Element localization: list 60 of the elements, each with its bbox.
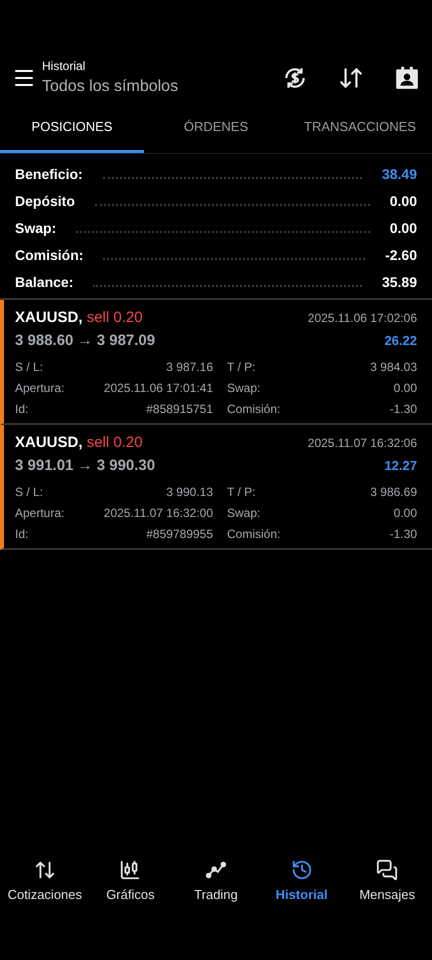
detail-label: Apertura: xyxy=(15,380,66,396)
summary-value: 0.00 xyxy=(390,219,417,238)
nav-tab[interactable]: Historial xyxy=(258,854,344,910)
nav-tab[interactable]: Mensajes xyxy=(344,854,430,910)
summary-label: Beneficio: xyxy=(15,165,83,184)
tab[interactable]: TRANSACCIONES xyxy=(288,104,432,153)
detail-label: Apertura: xyxy=(15,504,66,522)
messages-icon xyxy=(376,859,398,882)
price-range: 3 988.60 → 3 987.09 xyxy=(15,330,156,350)
profit-value: 26.22 xyxy=(384,332,417,350)
detail-value: 0.00 xyxy=(394,380,417,396)
summary-label: Balance: xyxy=(15,273,74,292)
arrows-icon xyxy=(34,859,56,882)
symbol-filter[interactable]: Todos los símbolos xyxy=(42,75,282,99)
profit-value: 12.27 xyxy=(384,456,417,474)
summary-label: Swap: xyxy=(15,219,56,238)
close-time: 2025.11.06 17:02:06 xyxy=(308,310,417,327)
detail-value: 3 987.16 xyxy=(165,358,213,376)
close-time: 2025.11.07 16:32:06 xyxy=(308,435,417,452)
screen-title: Historial xyxy=(42,58,86,75)
detail-label: S / L: xyxy=(15,358,44,376)
detail-value: #858915751 xyxy=(145,400,213,418)
detail-label: S / L: xyxy=(15,484,44,500)
detail-label: Comisión: xyxy=(227,526,282,542)
nav-tab[interactable]: Cotizaciones xyxy=(2,854,88,910)
position-title: XAUUSD, sell 0.20 xyxy=(15,308,143,328)
tab[interactable]: ÓRDENES xyxy=(144,104,288,153)
detail-label: Swap: xyxy=(227,504,262,522)
detail-value: -1.30 xyxy=(390,400,417,418)
sort-icon[interactable] xyxy=(338,65,364,91)
detail-value: 2025.11.06 17:01:41 xyxy=(102,380,213,396)
price-range: 3 991.01 → 3 990.30 xyxy=(15,456,156,476)
summary-label: Depósito xyxy=(15,192,75,211)
nav-tab[interactable]: Gráficos xyxy=(88,854,174,910)
detail-value: 2025.11.07 16:32:00 xyxy=(102,504,213,522)
history-icon xyxy=(290,859,313,882)
detail-label: Swap: xyxy=(227,380,262,396)
summary-value: 0.00 xyxy=(390,192,417,211)
detail-value: -1.30 xyxy=(390,526,417,542)
detail-value: 3 990.13 xyxy=(165,484,213,500)
detail-label: T / P: xyxy=(227,358,256,376)
detail-label: Comisión: xyxy=(227,400,282,418)
detail-label: Id: xyxy=(15,400,30,418)
summary-value: 35.89 xyxy=(382,273,417,292)
candlestick-icon xyxy=(119,859,142,882)
tab[interactable]: POSICIONES xyxy=(0,104,144,153)
position-title: XAUUSD, sell 0.20 xyxy=(15,433,143,453)
summary-value: 38.49 xyxy=(382,165,417,184)
detail-label: T / P: xyxy=(227,484,256,500)
summary-value: -2.60 xyxy=(385,246,417,265)
detail-value: #859789955 xyxy=(145,526,213,542)
summary-label: Comisión: xyxy=(15,246,84,265)
position-card[interactable]: XAUUSD, sell 0.20 2025.11.06 17:02:06 3 988.60 → 3 987.09 26.22 S / L: 3 987.16 T / P: 3 984.03 Apertura: 2025.11.06 17:01:41 Swap: 0.00 Id: #858915751 Comisión: -1.30 xyxy=(0,300,432,425)
detail-value: 0.00 xyxy=(394,504,417,522)
detail-value: 3 984.03 xyxy=(370,358,417,376)
detail-value: 3 986.69 xyxy=(370,484,417,500)
calendar-person-icon[interactable] xyxy=(394,65,420,91)
nav-tab[interactable]: Trading xyxy=(173,854,259,910)
detail-label: Id: xyxy=(15,526,30,542)
position-card[interactable]: XAUUSD, sell 0.20 2025.11.07 16:32:06 3 991.01 → 3 990.30 12.27 S / L: 3 990.13 T / P: 3 986.69 Apertura: 2025.11.07 16:32:00 Swap: 0.00 Id: #859789955 Comisión: -1.30 xyxy=(0,425,432,550)
